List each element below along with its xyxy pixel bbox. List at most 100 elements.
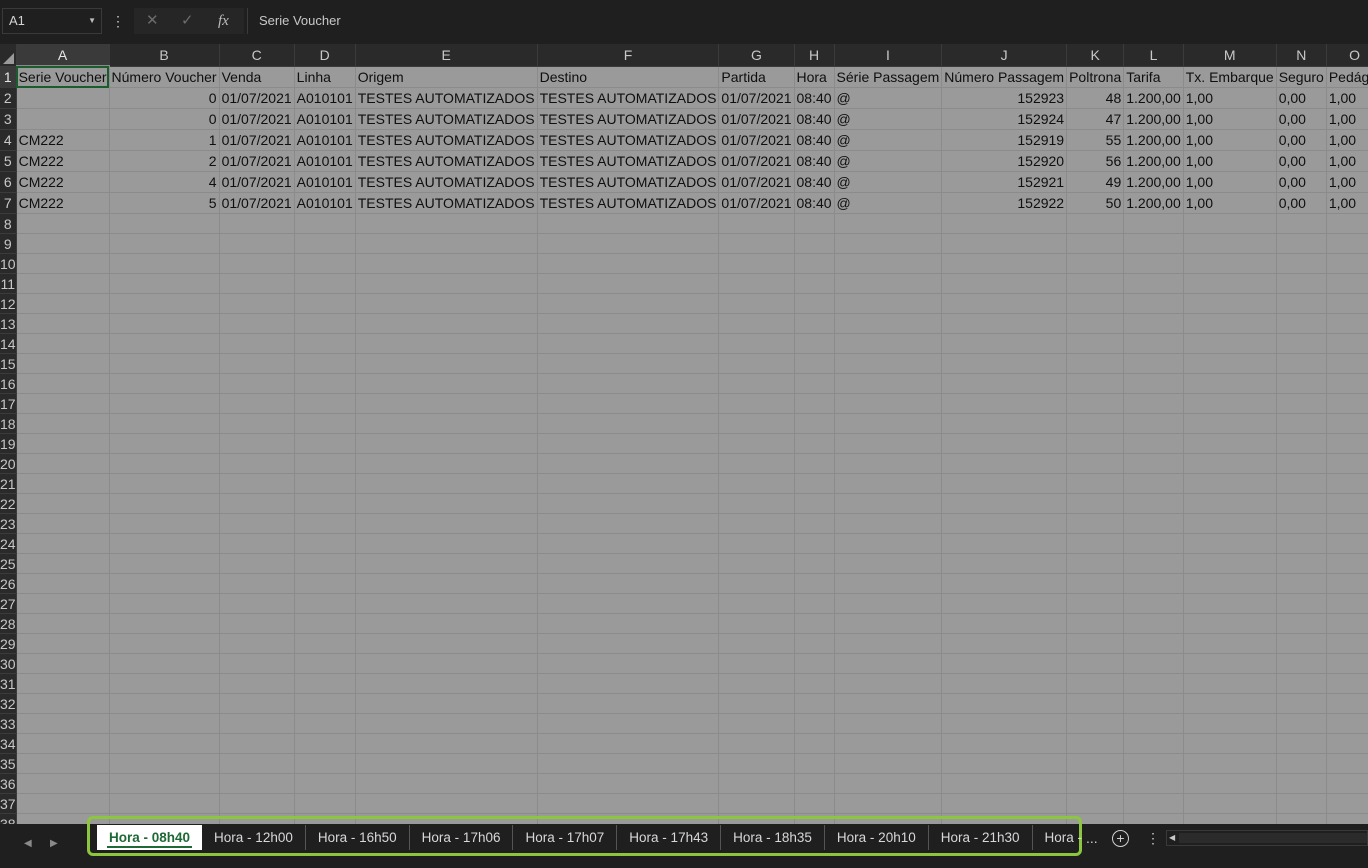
cell[interactable] (16, 773, 110, 794)
cell[interactable]: 1.200,00 (1123, 129, 1184, 151)
cell[interactable]: 0,00 (1276, 129, 1327, 151)
cell[interactable] (941, 673, 1068, 694)
cell[interactable] (794, 513, 835, 534)
cell[interactable]: 152919 (941, 129, 1068, 151)
cell[interactable] (294, 633, 356, 654)
cell[interactable] (1326, 573, 1368, 594)
column-header[interactable]: G (718, 44, 795, 67)
cell[interactable] (537, 333, 720, 354)
cell[interactable] (1066, 633, 1125, 654)
enter-check-icon[interactable]: ✓ (181, 8, 194, 34)
cell[interactable]: 1,00 (1326, 171, 1368, 193)
cell[interactable] (794, 573, 835, 594)
cell[interactable] (1276, 613, 1327, 634)
cell[interactable]: 1.200,00 (1123, 150, 1184, 172)
cell[interactable] (355, 453, 538, 474)
row-header[interactable]: 27 (0, 593, 17, 614)
cell[interactable] (718, 593, 795, 614)
cell[interactable] (1066, 533, 1125, 554)
cell[interactable] (1123, 713, 1184, 734)
cell[interactable]: 08:40 (794, 171, 835, 193)
row-header[interactable]: 7 (0, 192, 17, 214)
cell[interactable] (1326, 593, 1368, 614)
cell[interactable]: 08:40 (794, 129, 835, 151)
cell[interactable] (109, 733, 220, 754)
cell[interactable] (718, 753, 795, 774)
cell[interactable] (16, 553, 110, 574)
cell[interactable] (834, 393, 943, 414)
cell[interactable] (219, 273, 295, 294)
cell[interactable] (1183, 473, 1277, 494)
cell[interactable] (1183, 293, 1277, 314)
cell[interactable] (718, 653, 795, 674)
cell[interactable] (109, 473, 220, 494)
cell[interactable] (794, 653, 835, 674)
row-header[interactable]: 16 (0, 373, 17, 394)
cell[interactable] (1276, 693, 1327, 714)
cell[interactable] (1326, 413, 1368, 434)
cell[interactable] (219, 633, 295, 654)
column-header[interactable]: E (355, 44, 538, 67)
row-header[interactable]: 29 (0, 633, 17, 654)
cell[interactable] (1276, 453, 1327, 474)
cell[interactable] (355, 313, 538, 334)
cell[interactable]: 01/07/2021 (718, 87, 795, 109)
cell[interactable] (355, 513, 538, 534)
cell[interactable] (1276, 533, 1327, 554)
cell[interactable] (219, 333, 295, 354)
scrollbar-thumb[interactable] (1179, 833, 1367, 843)
cell[interactable] (718, 693, 795, 714)
cell[interactable] (16, 353, 110, 374)
cell[interactable]: 01/07/2021 (219, 150, 295, 172)
cell[interactable] (794, 713, 835, 734)
cell[interactable] (109, 373, 220, 394)
cell[interactable] (834, 613, 943, 634)
cell[interactable] (1123, 233, 1184, 254)
cell[interactable] (219, 253, 295, 274)
cell[interactable] (109, 253, 220, 274)
cell[interactable] (219, 433, 295, 454)
cell[interactable] (1326, 393, 1368, 414)
column-header[interactable]: I (834, 44, 943, 67)
cell[interactable] (1276, 573, 1327, 594)
cell[interactable] (834, 533, 943, 554)
cell[interactable]: TESTES AUTOMATIZADOS (537, 129, 720, 151)
row-header[interactable]: 2 (0, 87, 17, 109)
cell[interactable]: 01/07/2021 (718, 108, 795, 130)
cell[interactable] (294, 733, 356, 754)
cell[interactable] (1123, 433, 1184, 454)
cell[interactable] (1066, 333, 1125, 354)
cell[interactable] (1066, 433, 1125, 454)
cell[interactable]: 152924 (941, 108, 1068, 130)
cell[interactable]: Hora (794, 66, 835, 88)
cell[interactable]: Pedágio (1326, 66, 1368, 88)
cell[interactable] (1276, 753, 1327, 774)
cell[interactable] (718, 773, 795, 794)
cell[interactable] (1123, 633, 1184, 654)
cell[interactable] (294, 373, 356, 394)
cell[interactable] (355, 713, 538, 734)
cell[interactable] (1123, 673, 1184, 694)
cell[interactable] (1123, 373, 1184, 394)
cell[interactable] (834, 773, 943, 794)
cell[interactable] (941, 433, 1068, 454)
cell[interactable] (537, 233, 720, 254)
cell[interactable] (219, 313, 295, 334)
cell[interactable] (1276, 293, 1327, 314)
cell[interactable] (219, 233, 295, 254)
sheet-tab[interactable]: Hora - 17h07 (513, 825, 618, 850)
cell[interactable] (1123, 273, 1184, 294)
cell[interactable] (718, 673, 795, 694)
row-header[interactable]: 20 (0, 453, 17, 474)
cell[interactable]: TESTES AUTOMATIZADOS (355, 129, 538, 151)
cell[interactable] (794, 213, 835, 234)
cell[interactable] (537, 293, 720, 314)
cell[interactable]: 55 (1066, 129, 1125, 151)
cell[interactable] (1276, 513, 1327, 534)
cell[interactable] (834, 693, 943, 714)
cell[interactable] (794, 753, 835, 774)
cell[interactable] (1326, 793, 1368, 814)
cell[interactable] (1276, 373, 1327, 394)
cell[interactable] (355, 373, 538, 394)
cell[interactable] (537, 653, 720, 674)
